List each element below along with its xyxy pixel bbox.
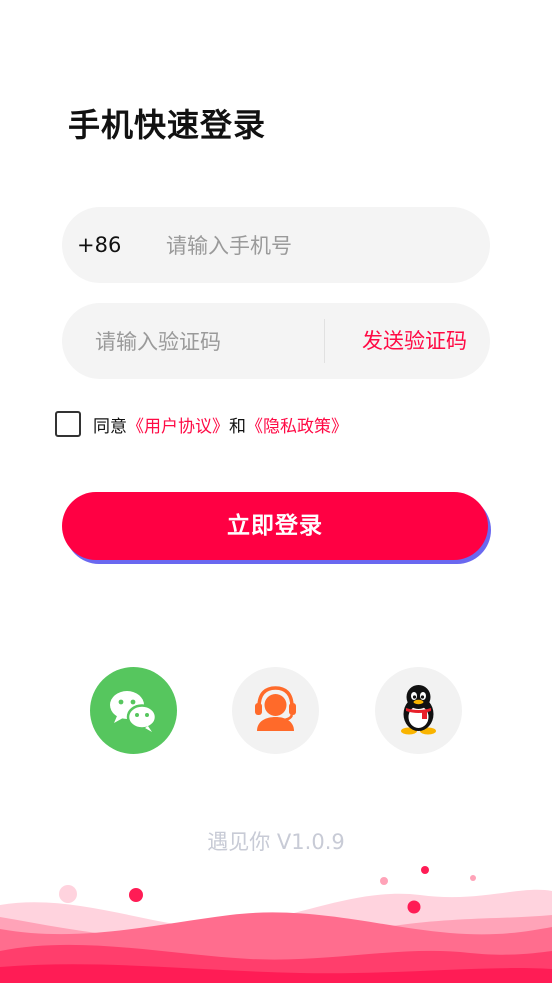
phone-field: +86 [62, 207, 490, 285]
page-title: 手机快速登录 [68, 106, 267, 144]
verification-code-field: 发送验证码 [62, 303, 490, 381]
customer-service-icon [255, 686, 296, 731]
wechat-icon [110, 691, 158, 732]
agreement-joiner: 和 [229, 416, 246, 437]
privacy-policy-link[interactable]: 《隐私政策》 [246, 412, 348, 437]
field-divider [324, 319, 325, 363]
customer-service-button[interactable] [232, 667, 319, 754]
verification-code-input[interactable] [93, 303, 317, 381]
agreement-checkbox[interactable] [55, 411, 81, 437]
login-button[interactable]: 立即登录 [62, 492, 488, 560]
send-code-button[interactable]: 发送验证码 [362, 303, 467, 379]
decorative-waves [0, 866, 552, 983]
app-version: 遇见你 V1.0.9 [207, 830, 345, 854]
agreement-row: 同意 《用户协议》 和 《隐私政策》 [55, 408, 348, 440]
country-code-prefix[interactable]: +86 [77, 207, 121, 283]
phone-input[interactable] [164, 207, 468, 285]
qq-login-button[interactable] [375, 667, 462, 754]
wechat-login-button[interactable] [90, 667, 177, 754]
agreement-prefix: 同意 [93, 416, 127, 437]
qq-icon [401, 685, 436, 735]
user-agreement-link[interactable]: 《用户协议》 [127, 412, 229, 437]
